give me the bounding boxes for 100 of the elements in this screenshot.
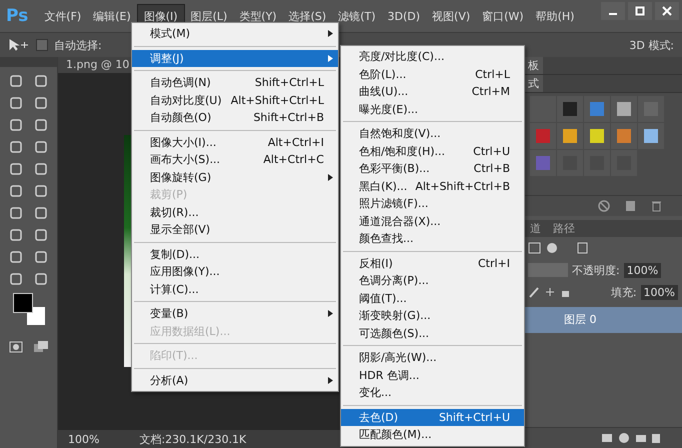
menu-bar-item[interactable]: 编辑(E) [87, 4, 137, 28]
maximize-icon[interactable] [628, 2, 652, 20]
layer-row[interactable]: 图层 0 [524, 307, 682, 333]
new-style-icon[interactable] [624, 200, 636, 212]
menu-item[interactable]: 曝光度(E)... [341, 100, 524, 118]
style-swatch[interactable] [584, 123, 610, 149]
zoom-level: 100% [68, 432, 100, 446]
menu-item[interactable]: 色调分离(P)... [341, 272, 524, 290]
menu-item-label: 自动色调(N) [150, 75, 211, 90]
panel-tab[interactable]: 道 [524, 220, 547, 237]
panel-tab[interactable]: 路径 [547, 220, 581, 237]
menu-item[interactable]: 颜色查找... [341, 230, 524, 248]
menu-item-shortcut: Ctrl+B [474, 162, 510, 176]
color-swatches[interactable] [13, 293, 46, 327]
panel-tab[interactable]: 式 [524, 75, 543, 92]
menu-item[interactable]: 亮度/对比度(C)... [341, 48, 524, 66]
style-swatch[interactable] [557, 96, 583, 122]
menu-item[interactable]: 阈值(T)... [341, 290, 524, 307]
menu-bar-item[interactable]: 帮助(H) [530, 4, 580, 28]
menu-bar-item[interactable]: 窗口(W) [476, 4, 530, 28]
menu-item[interactable]: 阴影/高光(W)... [341, 349, 524, 366]
menu-item[interactable]: 自动颜色(O) Shift+Ctrl+B [132, 109, 338, 126]
style-swatch[interactable] [557, 123, 583, 149]
menu-item[interactable]: HDR 色调... [341, 366, 524, 384]
menu-item-label: 陷印(T)... [150, 348, 198, 364]
style-swatch[interactable] [530, 123, 556, 149]
trash-icon[interactable] [650, 200, 662, 212]
menu-item[interactable]: 去色(D) Shift+Ctrl+U [341, 408, 524, 426]
menu-item-shortcut: Shift+Ctrl+B [253, 111, 324, 124]
menu-item-label: 色调分离(P)... [359, 273, 429, 288]
menu-item-label: 画布大小(S)... [150, 152, 220, 168]
move-tool-icon[interactable] [8, 38, 30, 52]
menu-item[interactable]: 裁切(R)... [132, 204, 338, 221]
menu-item-label: 色相/饱和度(H)... [359, 144, 446, 159]
menu-item-label: 变量(B) [150, 306, 188, 322]
menu-item[interactable]: 可选颜色(S)... [341, 324, 524, 342]
menu-item-label: 渐变映射(G)... [359, 308, 431, 324]
menu-item[interactable]: 自动色调(N) Shift+Ctrl+L [132, 74, 338, 92]
menu-item[interactable]: 黑白(K)... Alt+Shift+Ctrl+B [341, 178, 524, 195]
close-icon[interactable] [655, 2, 679, 20]
menu-item-shortcut: Shift+Ctrl+U [438, 410, 510, 424]
menu-item-label: 通道混合器(X)... [359, 214, 441, 229]
menu-item[interactable]: 反相(I) Ctrl+I [341, 254, 524, 272]
menu-item-label: 曝光度(E)... [359, 102, 418, 117]
menu-item[interactable]: 自动对比度(U) Alt+Shift+Ctrl+L [132, 92, 338, 109]
menu-item[interactable]: 曲线(U)... Ctrl+M [341, 83, 524, 100]
menu-item[interactable]: 照片滤镜(F)... [341, 195, 524, 212]
opacity-field[interactable]: 100% [624, 262, 662, 278]
clear-style-icon[interactable] [598, 200, 610, 212]
menu-item[interactable]: 画布大小(S)... Alt+Ctrl+C [132, 151, 338, 168]
menu-item[interactable]: 分析(A) [132, 372, 338, 389]
menu-item[interactable]: 图像大小(I)... Alt+Ctrl+I [132, 134, 338, 151]
menu-item[interactable]: 变量(B) [132, 305, 338, 322]
menu-bar-item[interactable]: 文件(F) [38, 4, 88, 28]
menu-item-label: 去色(D) [359, 410, 398, 425]
menu-item-label: 应用数据组(L)... [150, 324, 230, 339]
menu-item-label: 照片滤镜(F)... [359, 196, 428, 212]
menu-item-label: 自动对比度(U) [150, 92, 222, 108]
style-swatch[interactable] [584, 96, 610, 122]
menu-item[interactable]: 匹配颜色(M)... [341, 426, 524, 444]
lock-icons[interactable] [528, 286, 572, 298]
menu-item[interactable]: 渐变映射(G)... [341, 307, 524, 324]
menu-item-label: 自动颜色(O) [150, 110, 212, 126]
menu-item[interactable]: 色彩平衡(B)... Ctrl+B [341, 160, 524, 178]
3d-mode-label: 3D 模式: [629, 38, 674, 52]
menu-item-label: HDR 色调... [359, 368, 420, 383]
style-swatch[interactable] [530, 150, 556, 176]
menu-item-label: 自然饱和度(V)... [359, 126, 441, 142]
style-swatch[interactable] [611, 123, 637, 149]
menu-item-label: 色阶(L)... [359, 66, 406, 82]
quick-mask-icon[interactable] [8, 339, 24, 355]
menu-item[interactable]: 图像旋转(G) [132, 168, 338, 186]
menu-item[interactable]: 显示全部(V) [132, 221, 338, 238]
menu-item[interactable]: 通道混合器(X)... [341, 212, 524, 230]
style-swatch[interactable] [611, 96, 637, 122]
panel-tab[interactable]: 板 [524, 57, 543, 74]
menu-item-label: 图像旋转(G) [150, 170, 212, 185]
menu-item[interactable]: 复制(D)... [132, 246, 338, 263]
menu-item-label: 阴影/高光(W)... [359, 350, 437, 366]
style-swatch[interactable] [638, 123, 664, 149]
menu-bar-item[interactable]: 滤镜(T) [332, 4, 382, 28]
menu-item[interactable]: 色相/饱和度(H)... Ctrl+U [341, 142, 524, 160]
document-tab[interactable]: 1.png @ 10 [58, 57, 132, 73]
menu-bar-item[interactable]: 3D(D) [382, 6, 426, 26]
screen-mode-icon[interactable] [32, 339, 49, 355]
menu-item-label: 反相(I) [359, 256, 393, 271]
menu-item[interactable]: 计算(C)... [132, 280, 338, 298]
menu-item-label: 复制(D)... [150, 246, 200, 262]
menu-item[interactable]: 自然饱和度(V)... [341, 125, 524, 142]
fill-field[interactable]: 100% [640, 284, 678, 300]
style-swatch[interactable] [638, 96, 664, 122]
menu-bar-item[interactable]: 视图(V) [426, 4, 476, 28]
menu-item-label: 调整(J) [150, 50, 184, 66]
menu-item[interactable]: 变化... [341, 384, 524, 402]
menu-item-label: 可选颜色(S)... [359, 326, 430, 341]
menu-item[interactable]: 调整(J) [132, 50, 338, 67]
menu-item[interactable]: 色阶(L)... Ctrl+L [341, 66, 524, 83]
minimize-icon[interactable] [601, 2, 625, 20]
auto-select-checkbox[interactable] [36, 39, 48, 51]
menu-item[interactable]: 应用图像(Y)... [132, 263, 338, 280]
